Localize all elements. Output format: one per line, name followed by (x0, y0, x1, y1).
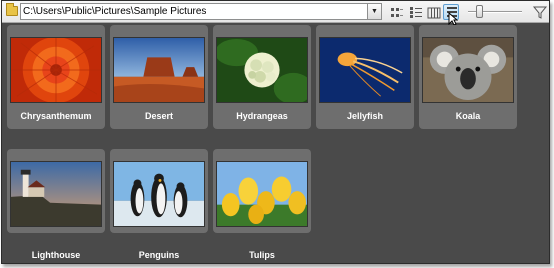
tile-caption: Tulips (249, 250, 275, 260)
path-input[interactable]: C:\Users\Public\Pictures\Sample Pictures (20, 3, 368, 20)
tile-caption: Jellyfish (346, 111, 384, 121)
thumbnail-tile-jellyfish[interactable]: Jellyfish (316, 25, 414, 129)
toolbar: C:\Users\Public\Pictures\Sample Pictures… (2, 1, 549, 26)
thumbnail-tile-penguins[interactable] (110, 149, 208, 233)
thumbnail-tile-tulips[interactable] (213, 149, 311, 233)
tile-caption: Lighthouse (31, 250, 81, 260)
koala-image (422, 37, 514, 103)
photo-browser-window: C:\Users\Public\Pictures\Sample Pictures… (1, 0, 550, 264)
filter-funnel-icon (532, 6, 548, 19)
zoom-slider-thumb[interactable] (476, 5, 483, 18)
film-strip-view-button[interactable] (425, 4, 441, 20)
penguins-image (113, 161, 205, 227)
thumbnail-grid-view-button[interactable] (388, 4, 404, 20)
filter-button[interactable] (532, 4, 548, 20)
tile-caption: Penguins (138, 250, 180, 260)
thumbnail-tile-chrysanthemum[interactable]: Chrysanthemum (7, 25, 105, 129)
details-list-icon (410, 7, 422, 18)
tile-caption: Desert (144, 111, 173, 121)
tile-caption: Hydrangeas (236, 111, 288, 121)
thumbnail-tile-koala[interactable]: Koala (419, 25, 517, 129)
details-list-view-button[interactable] (407, 4, 423, 20)
thumbnail-grid-icon (391, 8, 403, 17)
thumbnail-tile-hydrangeas[interactable]: Hydrangeas (213, 25, 311, 129)
chrysanthemum-image (10, 37, 102, 103)
lighthouse-image (10, 161, 102, 227)
path-dropdown-button[interactable]: ▼ (368, 3, 382, 20)
tile-caption: Koala (455, 111, 481, 121)
mouse-cursor-icon (448, 12, 458, 26)
folder-icon (6, 3, 18, 16)
desert-image (113, 37, 205, 103)
film-strip-icon (427, 7, 441, 19)
tulips-image (216, 161, 308, 227)
tile-caption: Chrysanthemum (20, 111, 92, 121)
thumbnail-tile-desert[interactable]: Desert (110, 25, 208, 129)
hydrangeas-image (216, 37, 308, 103)
thumbnail-tile-lighthouse[interactable] (7, 149, 105, 233)
jellyfish-image (319, 37, 411, 103)
